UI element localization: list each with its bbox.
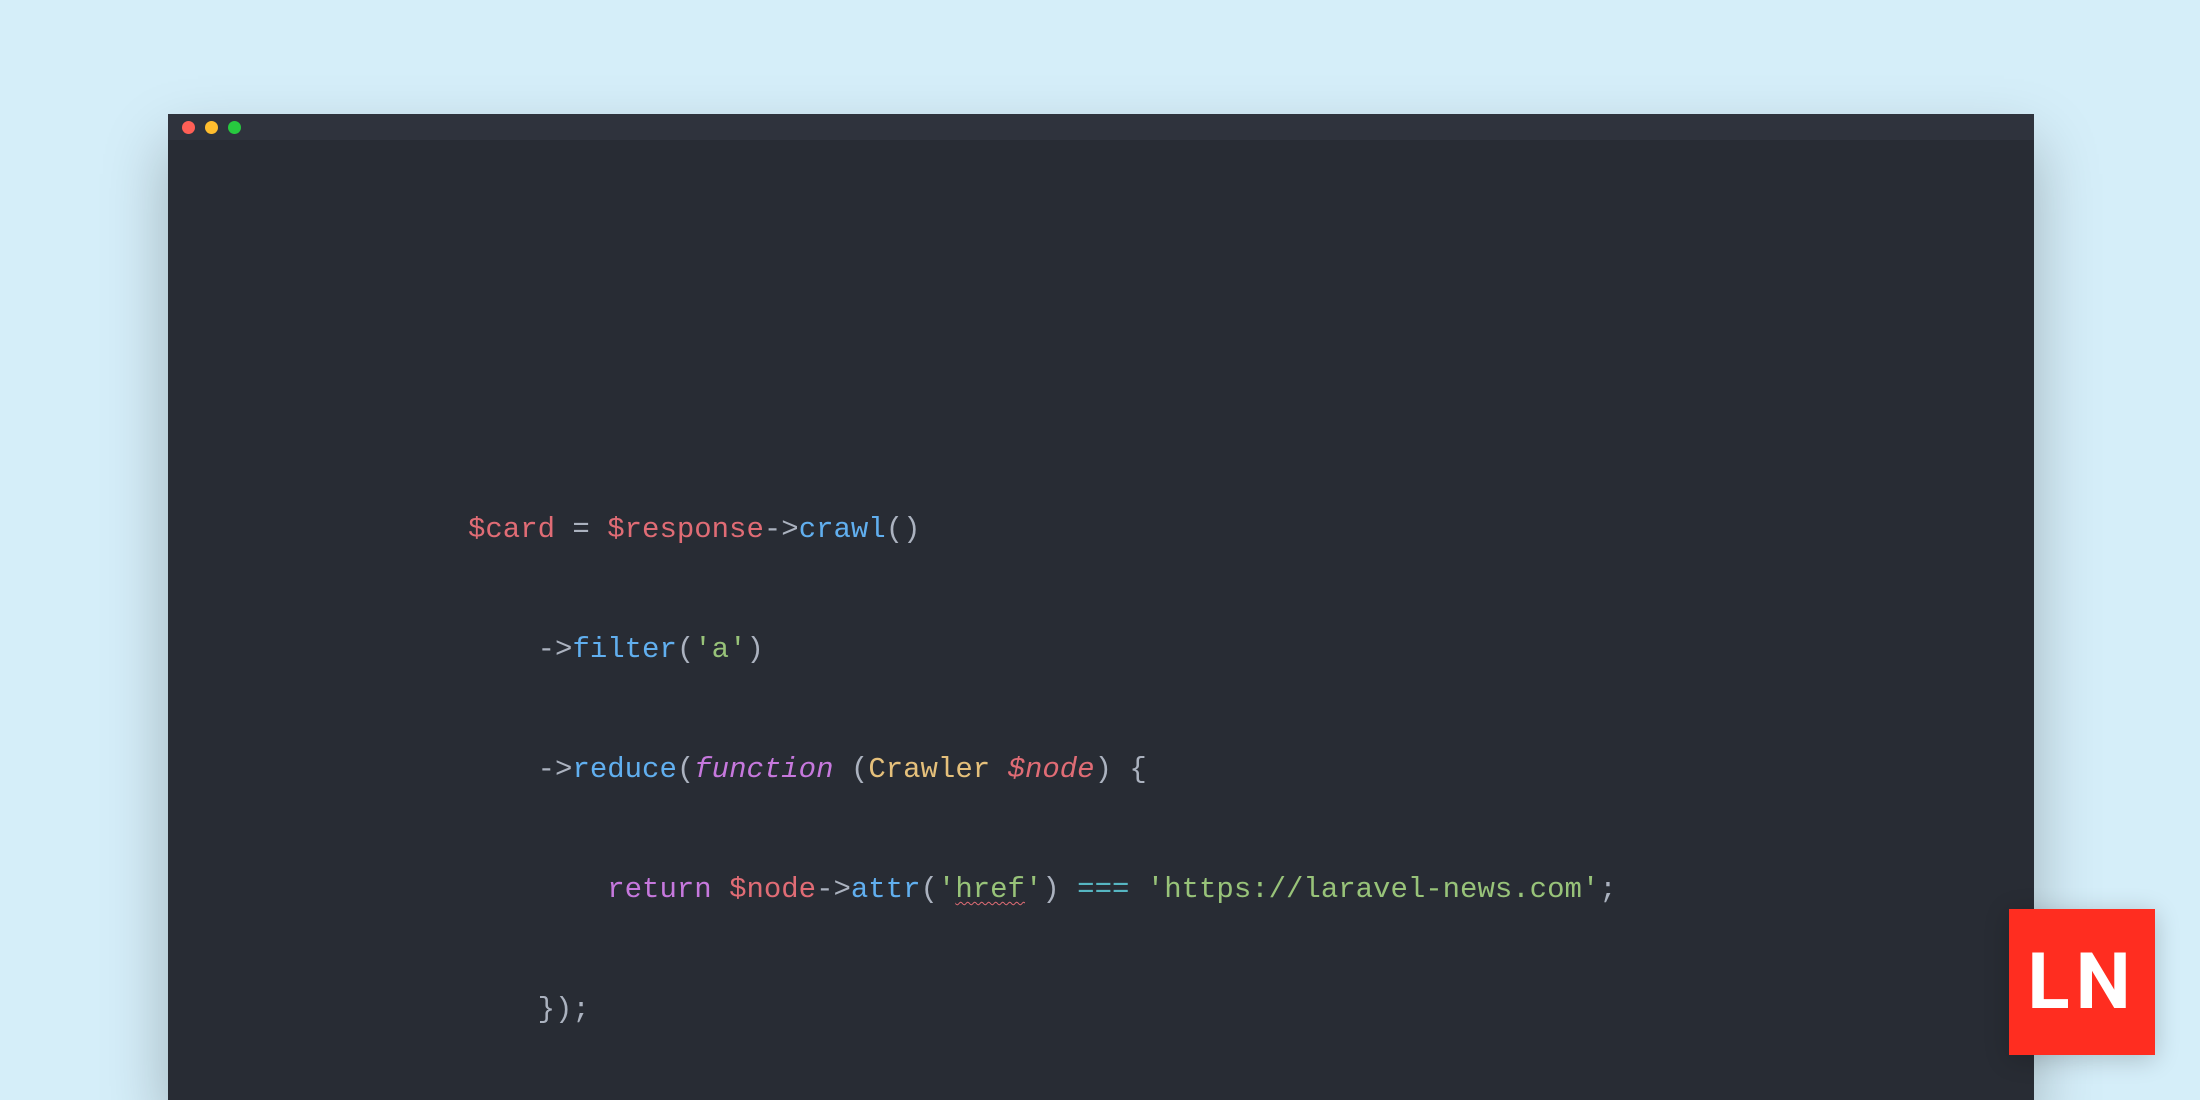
laravel-news-logo: LN [2009, 909, 2155, 1055]
token-var: $node [729, 873, 816, 906]
token-assign: = [555, 513, 607, 546]
token-indent [468, 993, 538, 1026]
token-string: ' [1025, 873, 1042, 906]
token-arrow: -> [816, 873, 851, 906]
code-line: }); [468, 980, 1617, 1040]
token-string: a [712, 633, 729, 666]
token-keyword: function [694, 753, 833, 786]
editor-window: $card = $response->crawl() ->filter('a')… [168, 114, 2034, 1100]
token-space [1129, 873, 1146, 906]
token-string: ' [938, 873, 955, 906]
close-icon[interactable] [182, 121, 195, 134]
token-param: $node [1008, 753, 1095, 786]
zoom-icon[interactable] [228, 121, 241, 134]
token-arrow: -> [538, 753, 573, 786]
token-space [712, 873, 729, 906]
token-space [1112, 753, 1129, 786]
token-string: ' [729, 633, 746, 666]
token-indent [468, 753, 538, 786]
token-paren: ( [851, 753, 868, 786]
token-operator: === [1077, 873, 1129, 906]
token-brace: { [1129, 753, 1146, 786]
token-paren: ) [1042, 873, 1059, 906]
code-line: return $node->attr('href') === 'https://… [468, 860, 1617, 920]
token-func: attr [851, 873, 921, 906]
token-close: }); [538, 993, 590, 1026]
token-arrow: -> [764, 513, 799, 546]
code-line: ->filter('a') [468, 620, 1617, 680]
code-line: ->reduce(function (Crawler $node) { [468, 740, 1617, 800]
token-string: https://laravel-news.com [1164, 873, 1582, 906]
token-parens: () [886, 513, 921, 546]
token-paren: ( [921, 873, 938, 906]
token-keyword: return [607, 873, 711, 906]
code-block: $card = $response->crawl() ->filter('a')… [468, 440, 1617, 1100]
logo-text: LN [2027, 937, 2136, 1028]
window-titlebar [168, 114, 2034, 140]
token-string-href: href [955, 873, 1025, 906]
token-string: ' [1147, 873, 1164, 906]
token-indent [468, 873, 607, 906]
token-arrow: -> [538, 633, 573, 666]
token-paren: ( [677, 633, 694, 666]
token-class: Crawler [868, 753, 990, 786]
token-string: ' [1582, 873, 1599, 906]
token-space [1060, 873, 1077, 906]
token-func: crawl [799, 513, 886, 546]
token-space [834, 753, 851, 786]
token-space [990, 753, 1007, 786]
code-line: $card = $response->crawl() [468, 500, 1617, 560]
token-semicolon: ; [1599, 873, 1616, 906]
token-paren: ) [746, 633, 763, 666]
token-indent [468, 633, 538, 666]
token-var: $response [607, 513, 764, 546]
token-func: reduce [572, 753, 676, 786]
token-var: $card [468, 513, 555, 546]
canvas: $card = $response->crawl() ->filter('a')… [0, 0, 2200, 1100]
token-func: filter [572, 633, 676, 666]
code-editor[interactable]: $card = $response->crawl() ->filter('a')… [168, 140, 2034, 1100]
token-paren: ) [1095, 753, 1112, 786]
token-string: ' [694, 633, 711, 666]
token-paren: ( [677, 753, 694, 786]
minimize-icon[interactable] [205, 121, 218, 134]
